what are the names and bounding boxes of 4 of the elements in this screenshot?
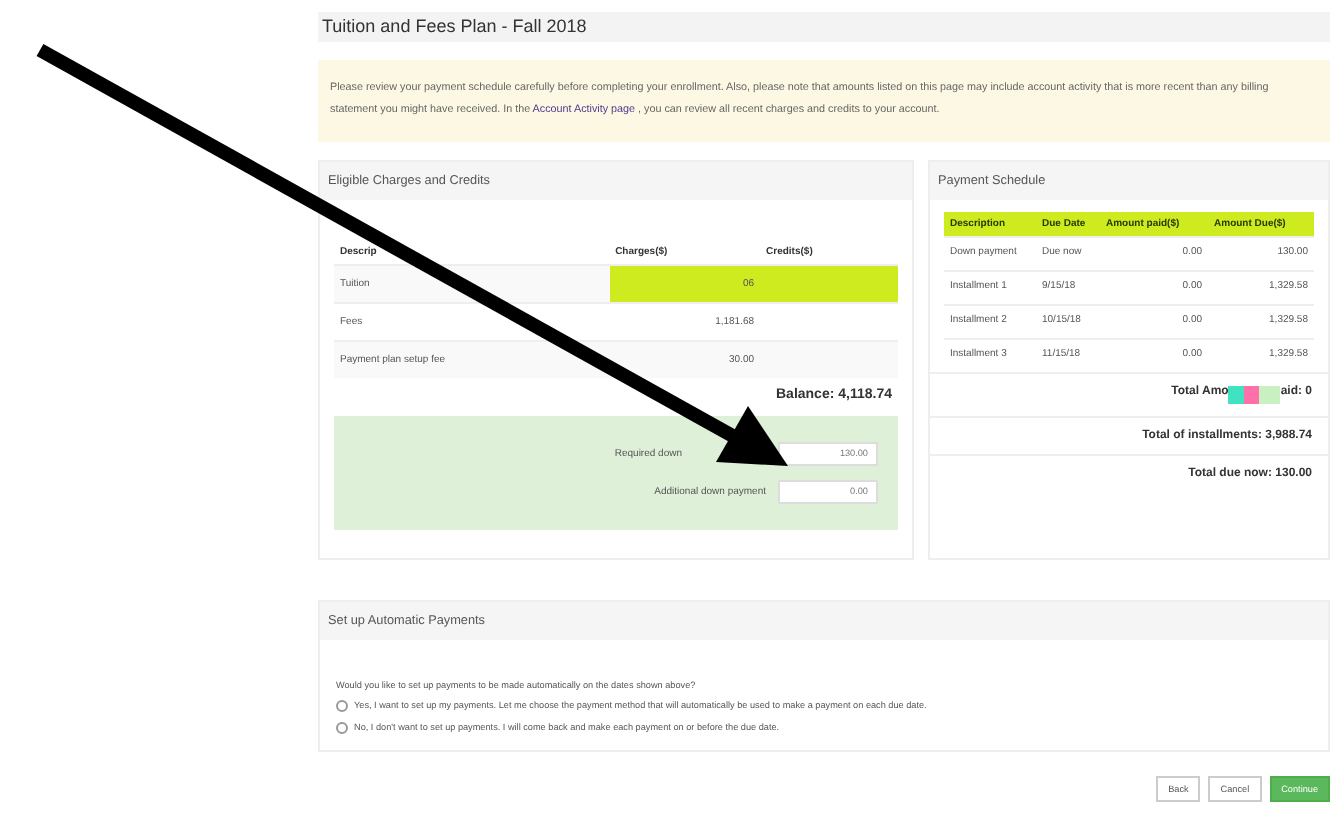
- glitch-patch: [1228, 385, 1281, 404]
- page-title: Tuition and Fees Plan - Fall 2018: [318, 12, 1330, 42]
- radio-button[interactable]: [336, 721, 348, 734]
- radio-button[interactable]: [336, 699, 348, 712]
